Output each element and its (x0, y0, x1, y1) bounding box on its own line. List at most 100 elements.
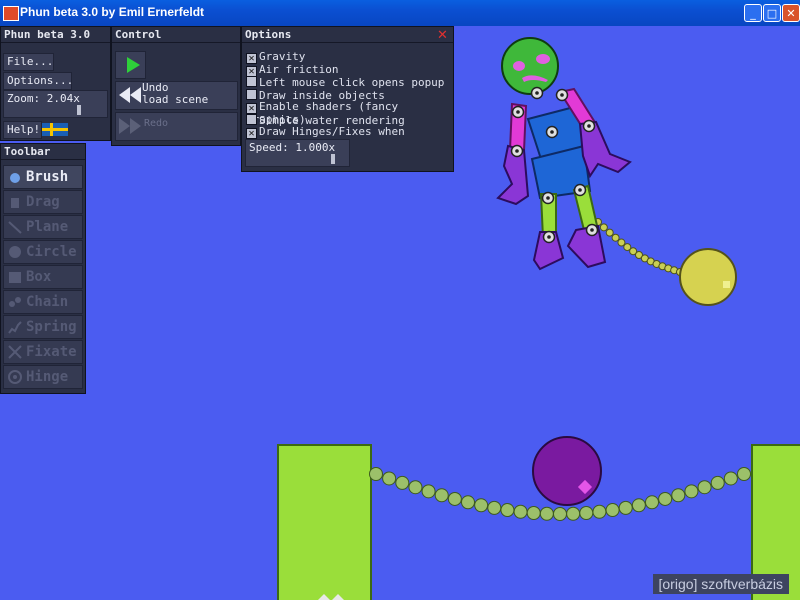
chain-link (434, 488, 449, 503)
tool-label: Fixate (26, 344, 77, 360)
chain-link (579, 505, 594, 520)
chain-link (447, 491, 462, 506)
tool-chain[interactable]: Chain (3, 290, 83, 314)
help-button[interactable]: Help! (3, 121, 42, 139)
chain-link (723, 471, 738, 486)
options-panel-title: Options (242, 27, 453, 43)
option-row[interactable]: ✕ Air friction (246, 63, 338, 77)
hinge-center (578, 188, 582, 192)
ragdoll-left-eye (513, 61, 525, 71)
chain-link (631, 498, 646, 513)
purple-ball[interactable] (532, 436, 602, 506)
undo-button[interactable]: Undo load scene (115, 81, 238, 110)
chain-link (408, 480, 423, 495)
option-checkbox[interactable] (246, 76, 257, 87)
option-checkbox[interactable]: ✕ (246, 53, 257, 64)
chain-link (461, 495, 475, 510)
yellow-ball[interactable] (679, 248, 737, 306)
tool-plane[interactable]: Plane (3, 215, 83, 239)
main-panel: Phun beta 3.0 File... Options... Zoom: 2… (0, 26, 111, 141)
zoom-slider[interactable]: Zoom: 2.04x (3, 90, 108, 118)
option-label: Gravity (259, 50, 306, 63)
chain-link (605, 228, 614, 237)
chain-icon (9, 297, 21, 307)
chain-link (618, 500, 633, 515)
hinge-center (550, 130, 554, 134)
speed-slider-handle[interactable] (331, 154, 335, 164)
zoom-label: Zoom: 2.04x (7, 92, 80, 105)
main-panel-title: Phun beta 3.0 (1, 27, 110, 43)
hinge-icon (8, 370, 22, 384)
spring-icon (8, 321, 22, 334)
chain-link (737, 467, 751, 481)
chain-link (684, 484, 699, 499)
option-checkbox[interactable] (246, 113, 257, 125)
tool-label: Brush (26, 169, 69, 185)
chain-link (487, 500, 502, 515)
option-checkbox[interactable]: ✕ (246, 103, 257, 114)
tool-fixate[interactable]: Fixate (3, 340, 83, 364)
toolbar-title: Toolbar (1, 144, 85, 160)
tool-circle[interactable]: Circle (3, 240, 83, 264)
tool-label: Drag (26, 194, 60, 210)
chain-link (611, 233, 620, 242)
ragdoll-head (501, 37, 559, 95)
chain-link (697, 480, 712, 495)
play-button[interactable] (115, 51, 146, 79)
swedish-flag-icon[interactable] (42, 123, 68, 136)
option-row[interactable]: ✕ Gravity (246, 50, 306, 64)
chain-link (592, 504, 607, 519)
undo-label-scene: load scene (142, 93, 209, 106)
option-row[interactable]: Left mouse click opens popup (246, 76, 445, 89)
tool-label: Hinge (26, 369, 69, 385)
window-title: Phun beta 3.0 by Emil Ernerfeldt (20, 5, 205, 19)
tool-label: Box (26, 269, 52, 285)
options-button[interactable]: Options... (3, 72, 73, 90)
tool-drag[interactable]: Drag (3, 190, 83, 214)
hinge-center (546, 196, 550, 200)
chain-link (526, 505, 541, 520)
redo-button[interactable]: Redo (115, 112, 238, 141)
option-row[interactable]: Simple water rendering (246, 113, 405, 126)
hinge-center (516, 110, 520, 114)
chain-link (710, 475, 725, 490)
maximize-button[interactable]: □ (763, 4, 781, 22)
option-checkbox[interactable]: ✕ (246, 128, 257, 139)
redo-label: Redo (144, 118, 169, 129)
left-pillar[interactable] (277, 444, 372, 600)
hinge-center (535, 91, 539, 95)
tool-brush[interactable]: Brush (3, 165, 83, 189)
rewind-icon (119, 87, 141, 103)
hinge-center (590, 228, 594, 232)
speed-slider[interactable]: Speed: 1.000x (245, 139, 350, 167)
hinge-center (560, 93, 564, 97)
close-options-icon[interactable]: ✕ (437, 28, 448, 43)
hanging-chain[interactable] (594, 218, 684, 276)
tool-spring[interactable]: Spring (3, 315, 83, 339)
option-checkbox[interactable] (246, 88, 257, 100)
file-button[interactable]: File... (3, 53, 54, 71)
option-checkbox[interactable]: ✕ (246, 65, 257, 77)
plane-icon (8, 221, 22, 234)
option-row[interactable]: ✕Draw Hinges/Fixes when running (246, 126, 453, 151)
chain-link (599, 223, 608, 232)
options-panel: Options ✕ ✕ Gravity ✕ Air friction Left mous… (241, 26, 454, 172)
hinge-center (547, 235, 551, 239)
tool-label: Plane (26, 219, 69, 235)
chain-link (566, 506, 581, 521)
zoom-slider-handle[interactable] (77, 105, 81, 115)
minimize-button[interactable]: _ (744, 4, 762, 22)
brush-icon (10, 173, 20, 183)
tool-label: Circle (26, 244, 77, 260)
option-row[interactable]: ✕ Enable shaders (fancy graphics) (246, 101, 453, 126)
close-window-button[interactable]: ✕ (782, 4, 800, 22)
play-icon (127, 57, 140, 73)
option-row[interactable]: Draw inside objects (246, 88, 385, 101)
circle-icon (9, 246, 21, 258)
chain-link (671, 488, 686, 503)
tool-hinge[interactable]: Hinge (3, 365, 83, 389)
chain-link (645, 495, 659, 510)
chain-link (553, 507, 567, 521)
option-label: Left mouse click opens popup (259, 76, 445, 89)
tool-box[interactable]: Box (3, 265, 83, 289)
